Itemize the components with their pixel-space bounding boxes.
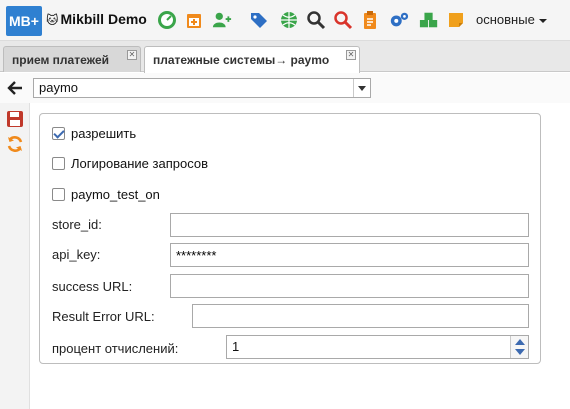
search-icon[interactable]: [305, 9, 327, 31]
enable-checkbox[interactable]: [52, 127, 65, 140]
save-icon[interactable]: [6, 110, 24, 128]
cubes-icon[interactable]: [418, 9, 440, 31]
tags-icon[interactable]: [248, 9, 270, 31]
speedometer-icon[interactable]: [156, 9, 178, 31]
spinner-buttons[interactable]: [510, 336, 528, 358]
payment-system-select[interactable]: paymo: [33, 78, 371, 98]
percent-value: 1: [232, 339, 240, 354]
chevron-down-icon[interactable]: [353, 79, 370, 97]
cat-icon: 🐱: [46, 13, 59, 27]
enable-row[interactable]: разрешить: [52, 126, 136, 141]
app-logo[interactable]: MB+: [6, 6, 42, 36]
settings-form: разрешить Логирование запросов paymo_tes…: [39, 113, 541, 364]
test-mode-checkbox[interactable]: [52, 188, 65, 201]
user-add-icon[interactable]: [211, 9, 233, 31]
caret-down-icon: [538, 18, 547, 23]
close-icon[interactable]: ✕: [127, 50, 137, 60]
store-id-input[interactable]: [170, 213, 529, 237]
refresh-icon[interactable]: [6, 135, 24, 153]
store-id-label: store_id:: [52, 217, 102, 232]
tab-payment-systems[interactable]: платежные системы→ paymo ✕: [144, 46, 360, 73]
error-url-input[interactable]: [192, 304, 529, 328]
clipboard-icon[interactable]: [359, 9, 381, 31]
log-requests-checkbox[interactable]: [52, 157, 65, 170]
enable-label: разрешить: [71, 126, 137, 141]
top-bar: MB+ 🐱 Mikbill Demo основные: [0, 0, 570, 41]
left-sidebar: [0, 103, 30, 409]
search-red-icon[interactable]: [332, 9, 354, 31]
percent-label: процент отчислений:: [52, 341, 179, 356]
chevron-down-icon[interactable]: [515, 349, 525, 355]
error-url-label: Result Error URL:: [52, 309, 155, 324]
api-key-input[interactable]: [170, 243, 529, 267]
brand-title[interactable]: 🐱 Mikbill Demo: [46, 11, 147, 27]
percent-stepper[interactable]: 1: [226, 335, 529, 359]
test-mode-row[interactable]: paymo_test_on: [52, 187, 160, 202]
globe-icon[interactable]: [278, 9, 300, 31]
sticky-note-icon[interactable]: [445, 9, 467, 31]
back-arrow-icon[interactable]: [6, 79, 24, 97]
gears-icon[interactable]: [388, 9, 410, 31]
calendar-add-icon[interactable]: [183, 9, 205, 31]
log-requests-label: Логирование запросов: [71, 156, 208, 171]
success-url-input[interactable]: [170, 274, 529, 298]
tab-payments[interactable]: прием платежей ✕: [3, 46, 141, 72]
log-requests-row[interactable]: Логирование запросов: [52, 156, 208, 171]
api-key-label: api_key:: [52, 247, 101, 262]
chevron-up-icon[interactable]: [515, 339, 525, 345]
close-icon[interactable]: ✕: [346, 50, 356, 60]
test-mode-label: paymo_test_on: [71, 187, 160, 202]
tab-bar: прием платежей ✕ платежные системы→ paym…: [0, 41, 570, 73]
main-menu-dropdown[interactable]: основные: [476, 12, 547, 27]
success-url-label: success URL:: [52, 279, 133, 294]
